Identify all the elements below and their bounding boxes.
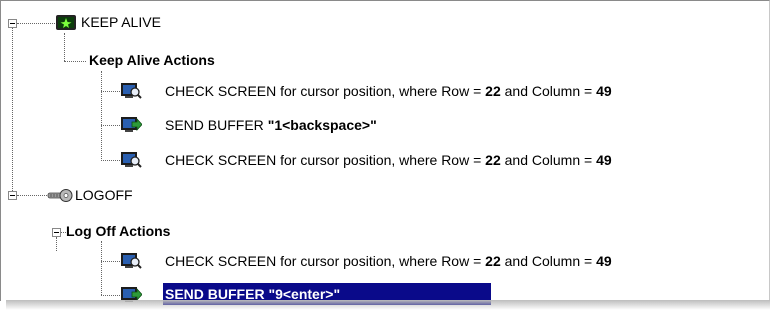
- tree-connector: [17, 23, 55, 24]
- tree-connector: [101, 91, 120, 92]
- collapse-toggle-logoff[interactable]: [8, 191, 17, 200]
- node-label-keep-alive[interactable]: KEEP ALIVE: [81, 13, 161, 31]
- panel-shadow: [6, 300, 770, 310]
- tree-connector: [101, 295, 120, 296]
- check-screen-icon: [121, 253, 142, 269]
- action-check-screen[interactable]: CHECK SCREEN for cursor position, where …: [165, 252, 612, 270]
- tree-connector: [101, 241, 102, 295]
- action-tree-panel: KEEP ALIVE Keep Alive Actions CHECK SCRE…: [0, 0, 770, 305]
- action-text: and Column =: [500, 152, 597, 168]
- key-icon: [47, 189, 73, 202]
- tree-connector: [17, 195, 47, 196]
- action-send-buffer[interactable]: SEND BUFFER "1<backspace>": [165, 116, 377, 134]
- tree-connector: [12, 19, 13, 191]
- check-screen-icon: [121, 83, 142, 99]
- send-buffer-icon: [121, 117, 142, 132]
- action-check-screen[interactable]: CHECK SCREEN for cursor position, where …: [165, 82, 612, 100]
- buffer-value: "1<backspace>": [267, 117, 377, 133]
- action-check-screen[interactable]: CHECK SCREEN for cursor position, where …: [165, 151, 612, 169]
- group-label-log-off-actions[interactable]: Log Off Actions: [66, 222, 170, 240]
- tree-connector: [64, 61, 86, 62]
- action-text: CHECK SCREEN for cursor position, where …: [165, 83, 486, 99]
- collapse-toggle-log-off-actions[interactable]: [52, 228, 61, 237]
- row-value: 22: [485, 83, 501, 99]
- action-text: CHECK SCREEN for cursor position, where …: [165, 152, 486, 168]
- action-text: and Column =: [500, 253, 597, 269]
- tree-connector: [64, 33, 65, 61]
- group-label-keep-alive-actions[interactable]: Keep Alive Actions: [89, 51, 215, 69]
- node-label-logoff[interactable]: LOGOFF: [75, 186, 133, 204]
- tree-connector: [101, 125, 120, 126]
- action-text: SEND BUFFER: [165, 117, 268, 133]
- row-value: 22: [485, 253, 501, 269]
- check-screen-icon: [121, 152, 142, 168]
- tree-connector: [101, 160, 120, 161]
- collapse-toggle-keep-alive[interactable]: [8, 19, 17, 28]
- column-value: 49: [596, 152, 612, 168]
- action-text: and Column =: [500, 83, 597, 99]
- column-value: 49: [596, 83, 612, 99]
- action-text: CHECK SCREEN for cursor position, where …: [165, 253, 486, 269]
- column-value: 49: [596, 253, 612, 269]
- tree-connector: [101, 71, 102, 161]
- row-value: 22: [485, 152, 501, 168]
- tree-connector: [101, 261, 120, 262]
- tree-connector: [56, 237, 57, 251]
- keep-alive-icon: [56, 15, 76, 30]
